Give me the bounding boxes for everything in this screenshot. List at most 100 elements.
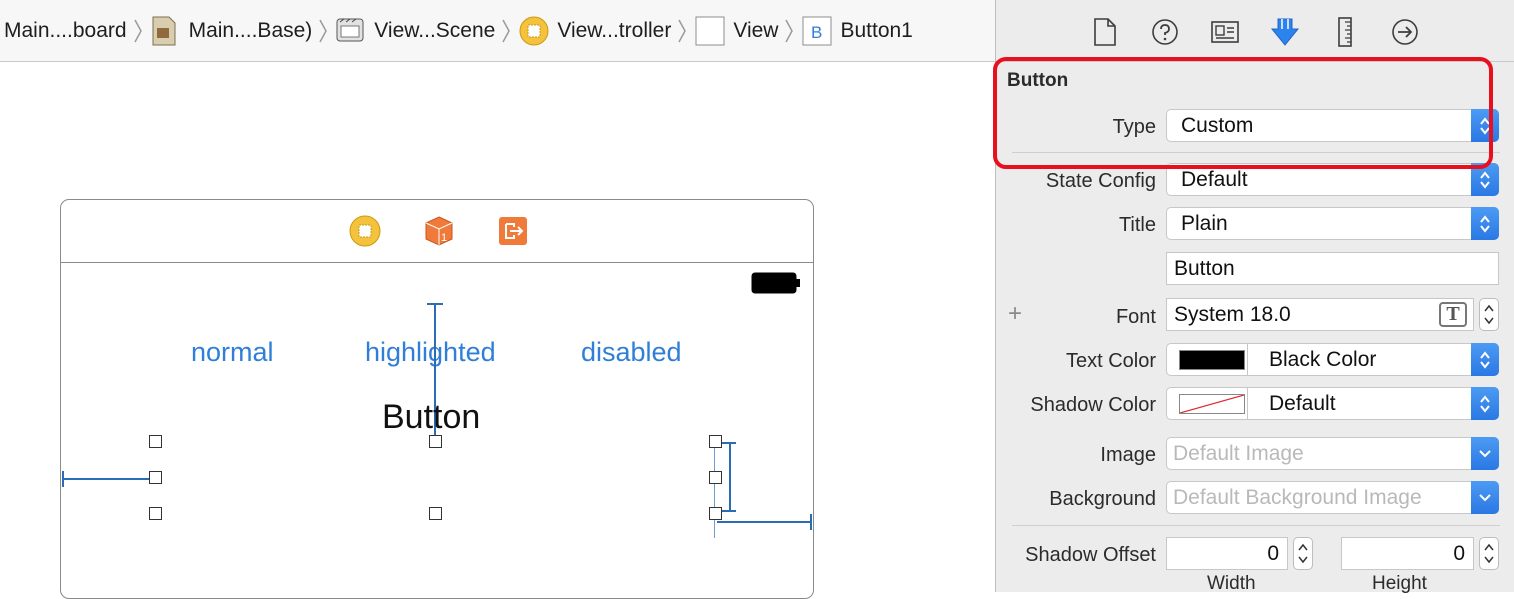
breadcrumb-item-view-controller[interactable]: View...troller — [519, 0, 695, 61]
first-responder-icon[interactable]: 1 — [423, 215, 455, 247]
connections-icon[interactable] — [1390, 17, 1420, 47]
font-value: System 18.0 — [1174, 302, 1291, 326]
view-icon — [695, 16, 725, 46]
background-label: Background — [1049, 488, 1156, 510]
state-config-label: State Config — [1045, 170, 1156, 192]
image-label: Image — [1100, 444, 1156, 466]
title-text-field[interactable]: Button — [1166, 252, 1499, 285]
selection-handle-right[interactable] — [709, 471, 722, 484]
shadow-offset-label: Shadow Offset — [1025, 544, 1156, 566]
chevron-right-icon — [784, 18, 794, 44]
state-config-value: Default — [1181, 167, 1248, 191]
selection-handle-bottom-right[interactable] — [709, 507, 722, 520]
up-down-arrows-icon — [1471, 387, 1499, 420]
shadow-offset-width-value: 0 — [1267, 541, 1279, 565]
font-size-stepper[interactable] — [1479, 298, 1499, 331]
exit-icon[interactable] — [497, 215, 529, 247]
breadcrumb-item-scene[interactable]: View...Scene — [336, 0, 519, 61]
text-color-label: Text Color — [1065, 350, 1156, 372]
image-combo[interactable]: Default Image — [1166, 437, 1499, 470]
breadcrumb-item-storyboard[interactable]: Main....board — [4, 0, 151, 61]
font-field[interactable]: System 18.0 T — [1166, 298, 1474, 331]
up-down-arrows-icon — [1471, 343, 1499, 376]
constraint-leading[interactable] — [62, 478, 154, 480]
text-color-popup[interactable]: Black Color — [1166, 343, 1499, 376]
selection-handle-bottom[interactable] — [429, 507, 442, 520]
breadcrumb-label: Main....Base) — [188, 18, 313, 42]
help-icon[interactable] — [1150, 17, 1180, 47]
title-text-value: Button — [1174, 256, 1235, 280]
breadcrumb: Main....board Main....Base) View...Scene… — [0, 0, 995, 62]
constraint-height-cap-top — [722, 442, 736, 444]
chevron-right-icon — [501, 18, 511, 44]
identity-icon[interactable] — [1210, 17, 1240, 47]
chevron-right-icon — [318, 18, 328, 44]
state-label-highlighted: highlighted — [365, 337, 496, 367]
image-placeholder: Default Image — [1173, 441, 1304, 465]
up-down-arrows-icon — [1471, 207, 1499, 240]
attributes-icon[interactable] — [1270, 17, 1300, 47]
shadow-offset-width-field[interactable]: 0 — [1166, 537, 1288, 570]
selection-handle-bottom-left[interactable] — [149, 507, 162, 520]
title-label: Title — [1118, 214, 1156, 236]
file-inspector-icon[interactable] — [1090, 17, 1120, 47]
size-icon[interactable] — [1330, 17, 1360, 47]
divider — [1012, 525, 1500, 526]
view-controller-icon[interactable] — [349, 215, 381, 247]
constraint-height[interactable] — [729, 442, 731, 512]
breadcrumb-label: View...troller — [557, 18, 672, 42]
constraint-trailing-cap — [810, 514, 812, 530]
chevron-down-icon — [1471, 481, 1499, 514]
constraint-height-cap-bottom — [722, 510, 736, 512]
scene-icon — [336, 16, 366, 46]
shadow-offset-height-value: 0 — [1453, 541, 1465, 565]
breadcrumb-label: View...Scene — [374, 18, 496, 42]
shadow-color-popup[interactable]: Default — [1166, 387, 1499, 420]
inspector-tabs — [996, 0, 1514, 62]
title-value: Plain — [1181, 211, 1228, 235]
view-controller-icon — [519, 16, 549, 46]
constraint-top-cap — [427, 303, 443, 305]
chevron-right-icon — [133, 18, 143, 44]
battery-icon — [751, 272, 801, 299]
shadow-offset-width-stepper[interactable] — [1293, 537, 1313, 570]
text-color-value: Black Color — [1269, 347, 1377, 371]
storyboard-canvas[interactable]: 1 normal highlighted disabled Button — [0, 62, 995, 599]
svg-text:1: 1 — [441, 232, 447, 244]
highlight-annotation — [993, 57, 1493, 169]
selection-handle-left[interactable] — [149, 471, 162, 484]
button-icon: B — [802, 16, 832, 46]
breadcrumb-item-view[interactable]: View — [695, 0, 802, 61]
svg-text:B: B — [811, 23, 822, 42]
background-combo[interactable]: Default Background Image — [1166, 481, 1499, 514]
breadcrumb-label: Button1 — [840, 18, 913, 42]
constraint-leading-cap — [62, 471, 64, 487]
state-label-disabled: disabled — [581, 337, 682, 367]
scene-dock: 1 — [61, 200, 813, 263]
selection-handle-top-left[interactable] — [149, 435, 162, 448]
breadcrumb-item-button[interactable]: B Button1 — [802, 0, 913, 61]
constraint-vertical-guide — [714, 442, 715, 538]
selection-handle-top-right[interactable] — [709, 435, 722, 448]
divider — [1247, 388, 1248, 419]
background-placeholder: Default Background Image — [1173, 485, 1422, 509]
storyboard-base-icon — [151, 16, 181, 46]
selected-button[interactable]: Button — [382, 398, 480, 437]
shadow-color-swatch — [1179, 393, 1245, 414]
breadcrumb-item-storyboard-base[interactable]: Main....Base) — [151, 0, 337, 61]
breadcrumb-label: View — [733, 18, 779, 42]
shadow-offset-height-stepper[interactable] — [1479, 537, 1499, 570]
constraint-trailing[interactable] — [717, 521, 812, 523]
title-popup[interactable]: Plain — [1166, 207, 1499, 240]
chevron-right-icon — [677, 18, 687, 44]
shadow-offset-height-field[interactable]: 0 — [1341, 537, 1474, 570]
shadow-color-label: Shadow Color — [1030, 394, 1156, 416]
chevron-down-icon — [1471, 437, 1499, 470]
shadow-color-value: Default — [1269, 391, 1336, 415]
state-label-normal: normal — [191, 337, 274, 367]
breadcrumb-label: Main....board — [4, 18, 127, 42]
font-picker-icon[interactable]: T — [1439, 302, 1467, 327]
text-color-swatch — [1179, 349, 1245, 370]
font-label: Font — [1115, 306, 1156, 328]
divider — [1247, 344, 1248, 375]
